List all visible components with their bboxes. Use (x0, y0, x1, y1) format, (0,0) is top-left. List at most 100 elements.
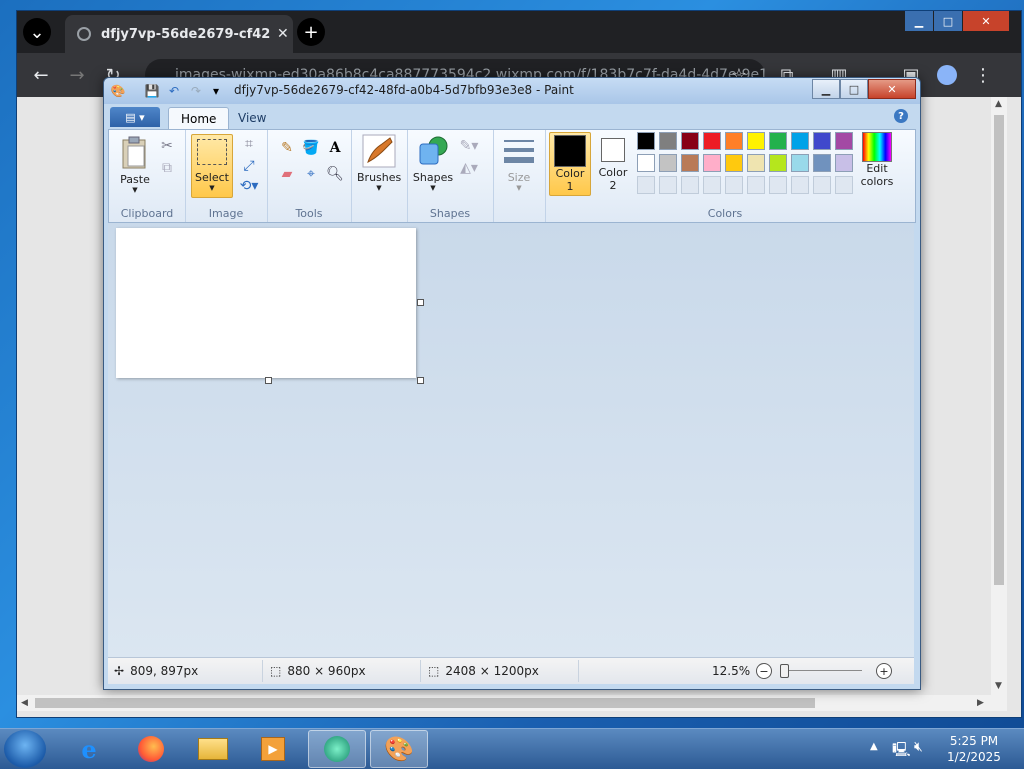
custom-color-slot[interactable] (681, 176, 699, 194)
palette-swatch[interactable] (813, 132, 831, 150)
zoom-slider-track[interactable] (780, 670, 862, 671)
horizontal-scrollbar[interactable]: ◀ ▶ (17, 695, 1007, 711)
custom-color-slot[interactable] (813, 176, 831, 194)
tab-close-icon[interactable]: ✕ (277, 26, 289, 42)
palette-swatch[interactable] (835, 132, 853, 150)
tab-view[interactable]: View (226, 107, 278, 129)
fill-bucket-icon[interactable]: 🪣 (301, 138, 321, 158)
paint-minimize-button[interactable]: ▁ (812, 79, 840, 99)
internet-explorer-icon[interactable]: e (60, 730, 118, 768)
color2-button[interactable]: Color 2 (593, 132, 633, 194)
resize-handle-corner[interactable] (417, 377, 424, 384)
custom-color-slot[interactable] (791, 176, 809, 194)
select-button[interactable]: Select ▼ (191, 134, 233, 198)
palette-swatch[interactable] (725, 154, 743, 172)
scroll-thumb[interactable] (994, 115, 1004, 585)
palette-swatch[interactable] (725, 132, 743, 150)
palette-swatch[interactable] (659, 132, 677, 150)
outline-icon[interactable]: ✎▾ (459, 136, 479, 156)
custom-color-slot[interactable] (659, 176, 677, 194)
palette-swatch[interactable] (835, 154, 853, 172)
minimize-button[interactable]: ▁ (905, 11, 933, 31)
resize-handle-right[interactable] (417, 299, 424, 306)
palette-swatch[interactable] (769, 154, 787, 172)
color1-button[interactable]: Color 1 (549, 132, 591, 196)
app-task-icon[interactable] (308, 730, 366, 768)
text-icon[interactable]: A (325, 138, 345, 158)
maximize-button[interactable]: □ (934, 11, 962, 31)
back-icon[interactable]: ← (25, 59, 57, 91)
forward-icon[interactable]: → (61, 59, 93, 91)
paint-close-button[interactable]: ✕ (868, 79, 916, 99)
palette-swatch[interactable] (747, 132, 765, 150)
scroll-thumb-h[interactable] (35, 698, 815, 708)
palette-swatch[interactable] (791, 132, 809, 150)
palette-swatch[interactable] (637, 132, 655, 150)
edit-colors-button[interactable]: Edit colors (855, 132, 899, 188)
zoom-slider-thumb[interactable] (780, 664, 789, 678)
palette-swatch[interactable] (747, 154, 765, 172)
custom-color-slot[interactable] (769, 176, 787, 194)
palette-swatch[interactable] (769, 132, 787, 150)
palette-swatch[interactable] (703, 154, 721, 172)
redo-icon[interactable]: ↷ (188, 83, 204, 99)
save-icon[interactable]: 💾 (144, 83, 160, 99)
palette-swatch[interactable] (791, 154, 809, 172)
undo-icon[interactable]: ↶ (166, 83, 182, 99)
file-explorer-icon[interactable] (184, 730, 242, 768)
custom-color-slot[interactable] (747, 176, 765, 194)
pencil-icon[interactable]: ✎ (277, 138, 297, 158)
palette-swatch[interactable] (703, 132, 721, 150)
browser-tab[interactable]: dfjy7vp-56de2679-cf42-48fd-a ✕ (65, 15, 293, 53)
system-clock[interactable]: 5:25 PM 1/2/2025 (944, 733, 1004, 765)
custom-color-slot[interactable] (835, 176, 853, 194)
crop-icon[interactable]: ⌗ (239, 134, 259, 154)
media-player-icon[interactable]: ▶ (244, 730, 302, 768)
eraser-icon[interactable]: ▰ (277, 164, 297, 184)
menu-icon[interactable]: ⋮ (967, 59, 999, 91)
drawing-canvas[interactable] (116, 228, 416, 378)
custom-color-slot[interactable] (637, 176, 655, 194)
cut-icon[interactable]: ✂ (157, 136, 177, 156)
custom-color-slot[interactable] (725, 176, 743, 194)
rotate-icon[interactable]: ⟲▾ (239, 176, 259, 196)
zoom-out-button[interactable]: − (756, 663, 772, 679)
scroll-left-icon[interactable]: ◀ (21, 698, 28, 708)
fill-icon[interactable]: ◭▾ (459, 158, 479, 178)
vertical-scrollbar[interactable]: ▲ ▼ (991, 97, 1007, 695)
volume-muted-icon[interactable]: 🔇︎ (914, 739, 923, 755)
scroll-up-icon[interactable]: ▲ (995, 99, 1002, 109)
show-hidden-icons[interactable]: ▲ (870, 741, 878, 752)
palette-swatch[interactable] (813, 154, 831, 172)
palette-swatch[interactable] (681, 132, 699, 150)
tab-search-icon[interactable]: ⌄ (23, 18, 51, 46)
start-button[interactable] (4, 730, 46, 768)
zoom-in-button[interactable]: + (876, 663, 892, 679)
canvas-workspace[interactable] (108, 223, 914, 657)
scroll-right-icon[interactable]: ▶ (977, 698, 984, 708)
size-button[interactable]: Size ▼ (499, 134, 539, 192)
profile-avatar-icon[interactable] (931, 59, 963, 91)
firefox-icon[interactable] (122, 730, 180, 768)
color-picker-icon[interactable]: ⌖ (301, 164, 321, 184)
palette-swatch[interactable] (637, 154, 655, 172)
paste-button[interactable]: Paste ▼ (115, 136, 155, 194)
custom-color-slot[interactable] (703, 176, 721, 194)
palette-swatch[interactable] (681, 154, 699, 172)
brushes-button[interactable]: Brushes ▼ (357, 134, 401, 192)
file-menu-button[interactable]: ▤ ▾ (110, 107, 160, 127)
paint-maximize-button[interactable]: □ (840, 79, 868, 99)
network-icon[interactable]: 🖳 (892, 739, 911, 763)
close-button[interactable]: ✕ (963, 11, 1009, 31)
resize-icon[interactable]: ⤢ (239, 156, 259, 176)
magnifier-icon[interactable]: 🔍︎ (325, 164, 345, 184)
copy-icon[interactable]: ⧉ (157, 158, 177, 178)
new-tab-button[interactable]: + (297, 18, 325, 46)
shapes-button[interactable]: Shapes ▼ (411, 134, 455, 192)
customize-qat-icon[interactable]: ▾ (208, 83, 224, 99)
palette-swatch[interactable] (659, 154, 677, 172)
scroll-down-icon[interactable]: ▼ (995, 681, 1002, 691)
paint-task-icon[interactable]: 🎨 (370, 730, 428, 768)
tab-home[interactable]: Home (168, 107, 230, 130)
help-icon[interactable]: ? (894, 109, 908, 123)
